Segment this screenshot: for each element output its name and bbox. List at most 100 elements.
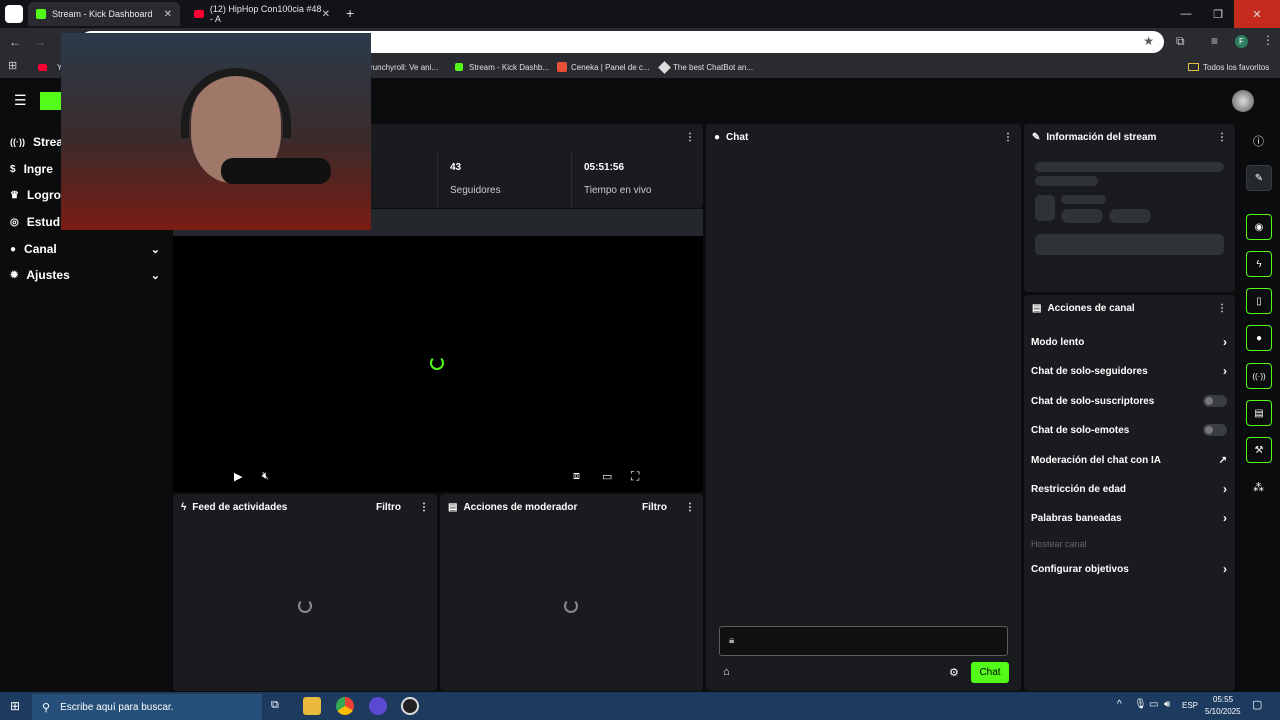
mute-icon[interactable]: 🔇︎: [262, 470, 269, 483]
rail-button-camera[interactable]: ◉: [1246, 214, 1272, 240]
skeleton-thumb: [1035, 195, 1055, 221]
kebab-icon[interactable]: ⋮: [419, 502, 429, 513]
user-icon: ●: [10, 243, 17, 255]
action-followers-only[interactable]: Chat de solo-seguidores ›: [1031, 361, 1227, 381]
menu-icon[interactable]: ⋮: [1262, 33, 1274, 47]
media-icon[interactable]: ≡: [1211, 34, 1218, 48]
network-icon[interactable]: ▭: [1149, 699, 1158, 710]
user-avatar[interactable]: [1232, 90, 1254, 112]
rail-button-chat[interactable]: ●: [1246, 325, 1272, 351]
skeleton-tag: [1109, 209, 1151, 223]
chevron-right-icon: ›: [1223, 562, 1227, 576]
action-subscribers-only: Chat de solo-suscriptores: [1031, 391, 1227, 411]
kebab-icon[interactable]: ⋮: [1003, 132, 1013, 143]
bookmark-item[interactable]: Ceneka | Panel de c...: [557, 60, 650, 74]
kebab-icon[interactable]: ⋮: [1217, 132, 1227, 143]
action-banned-words[interactable]: Palabras baneadas ›: [1031, 508, 1227, 528]
obs-icon[interactable]: [401, 697, 419, 715]
video-player[interactable]: ▶ 🔇︎ ⧈ ▭ ⛶: [173, 236, 703, 492]
pip-icon[interactable]: ⧈: [573, 470, 580, 483]
action-configure-goals[interactable]: Configurar objetivos ›: [1031, 559, 1227, 579]
bookmark-item[interactable]: The best ChatBot an...: [658, 60, 753, 74]
filter-button[interactable]: Filtro: [642, 502, 667, 513]
chrome-icon[interactable]: [336, 697, 354, 715]
all-bookmarks[interactable]: Todos los favoritos: [1188, 60, 1269, 74]
back-icon[interactable]: ←: [9, 35, 21, 49]
rail-button-tools[interactable]: ⚒: [1246, 437, 1272, 463]
skeleton-tag: [1061, 209, 1103, 223]
gear-icon: ✹: [10, 269, 19, 281]
extensions-icon[interactable]: ⧉: [1176, 34, 1185, 49]
kick-logo[interactable]: [40, 92, 62, 110]
emotes-only-toggle[interactable]: [1203, 424, 1227, 436]
browser-app-icon[interactable]: [5, 5, 23, 23]
store-icon[interactable]: ⌂: [723, 666, 730, 678]
mod-actions-panel: ▤ Acciones de moderador Filtro ⋮: [440, 494, 703, 691]
skeleton-line: [1035, 162, 1224, 172]
bookmark-item[interactable]: runchyroll: Ve ani...: [370, 60, 438, 74]
rail-button-actions[interactable]: ▤: [1246, 400, 1272, 426]
subscribers-only-toggle[interactable]: [1203, 395, 1227, 407]
mic-icon[interactable]: 🎙︎: [1134, 699, 1147, 710]
file-explorer-icon[interactable]: [303, 697, 321, 715]
chat-input[interactable]: 🔒︎: [719, 626, 1008, 656]
restore-icon[interactable]: ❐: [1202, 0, 1234, 28]
lock-icon: 🔒︎: [729, 635, 735, 646]
minimize-icon[interactable]: —: [1170, 0, 1202, 28]
notifications-icon[interactable]: ▢: [1252, 698, 1262, 711]
task-view-icon[interactable]: ⧉: [271, 699, 279, 712]
trophy-icon: ♛: [10, 189, 19, 201]
chat-send-button[interactable]: Chat: [971, 662, 1009, 683]
widgets-icon[interactable]: ⁂: [1253, 481, 1264, 494]
taskbar-search[interactable]: ⚲ Escribe aquí para buscar.: [32, 694, 262, 720]
rail-button-bolt[interactable]: ϟ: [1246, 251, 1272, 277]
tray-chevron-icon[interactable]: ^: [1117, 699, 1122, 710]
chevron-down-icon[interactable]: ⌄: [151, 269, 160, 282]
close-window-icon[interactable]: ✕: [1234, 0, 1280, 28]
bolt-icon: ϟ: [181, 501, 187, 513]
skeleton-button: [1035, 234, 1224, 255]
kick-icon: [36, 9, 46, 19]
kebab-icon[interactable]: ⋮: [685, 132, 695, 143]
theater-icon[interactable]: ▭: [602, 470, 612, 483]
bookmark-star-icon[interactable]: ★: [1143, 34, 1154, 48]
skeleton-line: [1061, 195, 1106, 204]
clock-time[interactable]: 05:55: [1213, 695, 1233, 704]
bookmark-item[interactable]: Stream - Kick Dashb...: [455, 60, 549, 74]
fullscreen-icon[interactable]: ⛶: [631, 469, 639, 484]
rail-button-broadcast[interactable]: ((·)): [1246, 363, 1272, 389]
hamburger-icon[interactable]: ☰: [14, 92, 27, 109]
new-tab-button[interactable]: +: [346, 5, 354, 21]
search-input[interactable]: Escribe aquí para buscar.: [60, 702, 173, 713]
forward-icon[interactable]: →: [34, 35, 46, 49]
gear-icon[interactable]: ⚙: [949, 666, 959, 679]
sidebar-item-ajustes[interactable]: ✹ Ajustes ⌄: [10, 263, 160, 287]
close-icon[interactable]: ✕: [164, 9, 172, 20]
chevron-right-icon: ›: [1223, 335, 1227, 349]
close-icon[interactable]: ✕: [322, 9, 330, 20]
play-icon[interactable]: ▶: [234, 470, 242, 483]
volume-icon[interactable]: 🔊︎: [1164, 699, 1170, 710]
tab-youtube[interactable]: (12) HipHop Con100cia #48 - A ✕: [186, 2, 338, 26]
action-age-restriction[interactable]: Restricción de edad ›: [1031, 479, 1227, 499]
sidebar-item-canal[interactable]: ● Canal ⌄: [10, 237, 160, 261]
action-ai-moderation[interactable]: Moderación del chat con IA ↗: [1031, 450, 1227, 470]
chevron-down-icon[interactable]: ⌄: [151, 243, 160, 256]
chevron-right-icon: ›: [1223, 482, 1227, 496]
filter-button[interactable]: Filtro: [376, 502, 401, 513]
microphone: [221, 158, 331, 184]
language-indicator[interactable]: ESP: [1182, 701, 1198, 710]
info-icon[interactable]: ⓘ: [1253, 133, 1264, 149]
app-icon[interactable]: [369, 697, 387, 715]
profile-avatar[interactable]: F: [1235, 35, 1248, 48]
kebab-icon[interactable]: ⋮: [1217, 303, 1227, 314]
clock-date[interactable]: 5/10/2025: [1205, 707, 1241, 716]
apps-icon[interactable]: ⊞: [8, 59, 17, 72]
kebab-icon[interactable]: ⋮: [685, 502, 695, 513]
loading-spinner: [430, 356, 444, 370]
action-slow-mode[interactable]: Modo lento ›: [1031, 332, 1227, 352]
tab-kick-dashboard[interactable]: Stream - Kick Dashboard ✕: [28, 2, 180, 26]
edit-rail-button[interactable]: ✎: [1246, 165, 1272, 191]
windows-start-icon[interactable]: ⊞: [10, 699, 20, 713]
rail-button-notes[interactable]: ▯: [1246, 288, 1272, 314]
